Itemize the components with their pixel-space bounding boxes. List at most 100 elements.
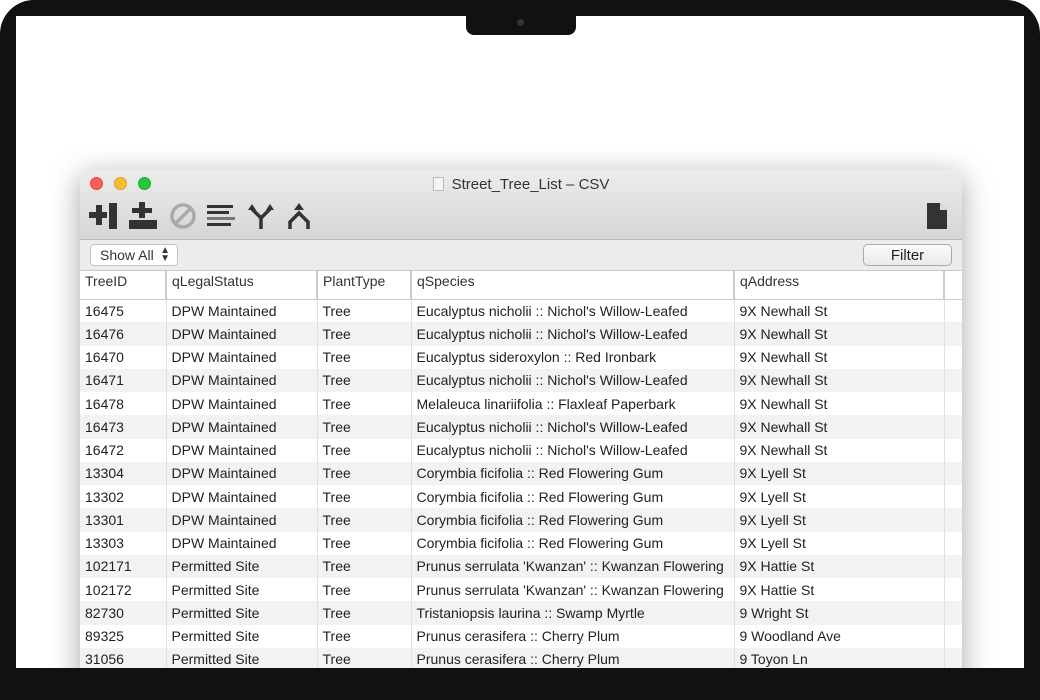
- merge-icon[interactable]: [284, 202, 314, 230]
- table-cell-empty: [944, 624, 962, 648]
- table-row[interactable]: 16476 DPW Maintained Tree Eucalyptus nichol…: [80, 322, 962, 346]
- column-header-qspecies[interactable]: qSpecies: [411, 271, 735, 300]
- app-window: Street_Tree_List – CSV Show All ▲ ▼ Filter…: [80, 170, 962, 668]
- add-column-icon[interactable]: [89, 202, 119, 230]
- updown-chevron-icon: ▲ ▼: [160, 245, 170, 264]
- table-cell: DPW Maintained: [166, 368, 318, 392]
- screen: Street_Tree_List – CSV Show All ▲ ▼ Filter…: [16, 16, 1024, 668]
- split-icon[interactable]: [246, 202, 276, 230]
- align-icon[interactable]: [206, 202, 236, 230]
- table-cell-empty: [944, 392, 962, 416]
- table-cell: Tree: [317, 624, 412, 648]
- table-cell: 16476: [80, 322, 167, 346]
- table-cell: 9X Lyell St: [734, 485, 945, 509]
- table-cell: Permitted Site: [166, 554, 318, 578]
- laptop-bottom-bezel: [0, 668, 1040, 681]
- table-cell: Tree: [317, 601, 412, 625]
- table-cell: 9X Newhall St: [734, 299, 945, 323]
- table-row[interactable]: 31056 Permitted Site Tree Prunus cerasifera…: [80, 647, 962, 668]
- table-cell-empty: [944, 368, 962, 392]
- table-row[interactable]: 13301 DPW Maintained Tree Corymbia ficifoli…: [80, 508, 962, 532]
- table-row[interactable]: 13304 DPW Maintained Tree Corymbia ficifoli…: [80, 461, 962, 485]
- table-cell: 16470: [80, 345, 167, 369]
- table-cell: Corymbia ficifolia :: Red Flowering Gum: [411, 508, 735, 532]
- table-cell: 9X Lyell St: [734, 508, 945, 532]
- table-cell: Corymbia ficifolia :: Red Flowering Gum: [411, 531, 735, 555]
- table-cell: Tree: [317, 368, 412, 392]
- table-cell: 82730: [80, 601, 167, 625]
- table-cell: 13301: [80, 508, 167, 532]
- table-cell: DPW Maintained: [166, 461, 318, 485]
- table-row[interactable]: 16473 DPW Maintained Tree Eucalyptus nichol…: [80, 415, 962, 439]
- table-row[interactable]: 16475 DPW Maintained Tree Eucalyptus nichol…: [80, 299, 962, 323]
- camera-icon: [517, 19, 524, 26]
- table-cell: DPW Maintained: [166, 392, 318, 416]
- table-row[interactable]: 102172 Permitted Site Tree Prunus serrulata…: [80, 578, 962, 602]
- title-bar: Street_Tree_List – CSV: [80, 170, 962, 240]
- table-row[interactable]: 13303 DPW Maintained Tree Corymbia ficifoli…: [80, 531, 962, 555]
- table-cell: 102172: [80, 578, 167, 602]
- table-cell-empty: [944, 578, 962, 602]
- table-cell-empty: [944, 485, 962, 509]
- data-table: TreeID qLegalStatus PlantType qSpecies qAddr…: [80, 271, 962, 668]
- table-row[interactable]: 16470 DPW Maintained Tree Eucalyptus sidero…: [80, 345, 962, 369]
- table-cell: DPW Maintained: [166, 438, 318, 462]
- table-cell: DPW Maintained: [166, 345, 318, 369]
- table-cell: DPW Maintained: [166, 415, 318, 439]
- table-cell: Eucalyptus nicholii :: Nichol's Willow-L…: [411, 368, 735, 392]
- show-select[interactable]: Show All ▲ ▼: [90, 244, 178, 266]
- table-cell: 16475: [80, 299, 167, 323]
- table-cell: Tree: [317, 438, 412, 462]
- table-row[interactable]: 16471 DPW Maintained Tree Eucalyptus nichol…: [80, 368, 962, 392]
- table-cell: DPW Maintained: [166, 299, 318, 323]
- table-cell: 9 Wright St: [734, 601, 945, 625]
- table-cell: Permitted Site: [166, 601, 318, 625]
- table-cell: 16478: [80, 392, 167, 416]
- table-row[interactable]: 16472 DPW Maintained Tree Eucalyptus nichol…: [80, 438, 962, 462]
- table-row[interactable]: 13302 DPW Maintained Tree Corymbia ficifoli…: [80, 485, 962, 509]
- table-cell: DPW Maintained: [166, 322, 318, 346]
- table-cell-empty: [944, 601, 962, 625]
- table-cell: Eucalyptus nicholii :: Nichol's Willow-L…: [411, 438, 735, 462]
- table-cell: 16473: [80, 415, 167, 439]
- table-cell-empty: [944, 299, 962, 323]
- disable-icon[interactable]: [168, 202, 198, 230]
- table-cell: 89325: [80, 624, 167, 648]
- table-cell: Tree: [317, 554, 412, 578]
- window-title: Street_Tree_List – CSV: [80, 176, 962, 193]
- column-header-qlegalstatus[interactable]: qLegalStatus: [166, 271, 318, 300]
- filter-bar: Show All ▲ ▼ Filter: [80, 240, 962, 271]
- table-cell: 9X Newhall St: [734, 322, 945, 346]
- table-cell-empty: [944, 345, 962, 369]
- column-header-empty: [944, 271, 962, 300]
- table-cell-empty: [944, 531, 962, 555]
- table-cell: Tree: [317, 508, 412, 532]
- add-row-icon[interactable]: [128, 202, 158, 230]
- filter-button[interactable]: Filter: [863, 244, 952, 266]
- table-cell: 31056: [80, 647, 167, 668]
- table-cell-empty: [944, 438, 962, 462]
- table-cell: 16472: [80, 438, 167, 462]
- table-cell-empty: [944, 461, 962, 485]
- table-cell: Tristaniopsis laurina :: Swamp Myrtle: [411, 601, 735, 625]
- document-icon[interactable]: [922, 202, 952, 230]
- table-cell: 13302: [80, 485, 167, 509]
- table-cell: 9X Newhall St: [734, 415, 945, 439]
- column-header-treeid[interactable]: TreeID: [80, 271, 167, 300]
- table-cell: Permitted Site: [166, 647, 318, 668]
- table-cell: Tree: [317, 345, 412, 369]
- table-row[interactable]: 102171 Permitted Site Tree Prunus serrulata…: [80, 554, 962, 578]
- table-row[interactable]: 16478 DPW Maintained Tree Melaleuca linarii…: [80, 392, 962, 416]
- table-cell: 9X Hattie St: [734, 578, 945, 602]
- table-cell: Tree: [317, 461, 412, 485]
- column-header-planttype[interactable]: PlantType: [317, 271, 412, 300]
- table-cell-empty: [944, 554, 962, 578]
- table-cell: 9X Newhall St: [734, 392, 945, 416]
- column-header-qaddress[interactable]: qAddress: [734, 271, 945, 300]
- table-cell: Tree: [317, 531, 412, 555]
- table-row[interactable]: 82730 Permitted Site Tree Tristaniopsis lau…: [80, 601, 962, 625]
- table-cell: Prunus cerasifera :: Cherry Plum: [411, 624, 735, 648]
- table-cell: Prunus serrulata 'Kwanzan' :: Kwanzan Fl…: [411, 578, 735, 602]
- table-cell: Tree: [317, 578, 412, 602]
- table-row[interactable]: 89325 Permitted Site Tree Prunus cerasifera…: [80, 624, 962, 648]
